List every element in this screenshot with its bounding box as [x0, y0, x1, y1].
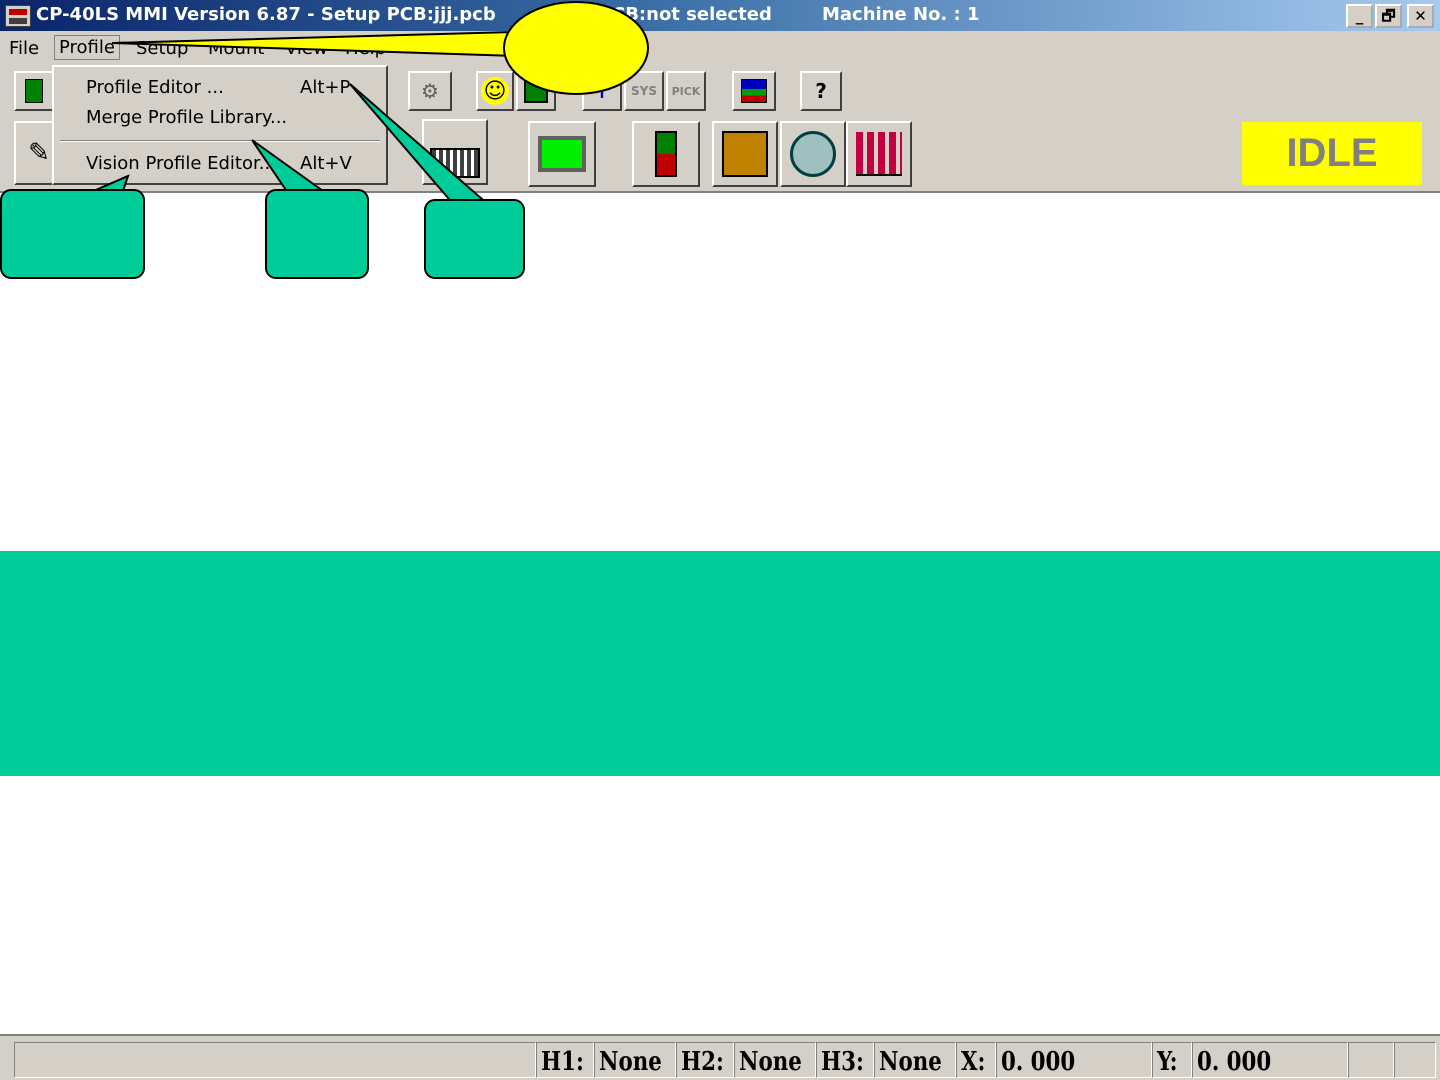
screen: CP-40LS MMI Version 6.87 - Setup PCB:jjj…: [0, 0, 1440, 1080]
callout-yellow-bubble: [503, 1, 649, 95]
callout-teal-2: [265, 189, 369, 279]
callout-teal-2-pointer: [251, 139, 334, 197]
callout-teal-3: [424, 199, 525, 279]
callout-overlay: [0, 1, 649, 279]
callout-yellow-pointer: [111, 30, 520, 58]
callout-teal-1: [0, 189, 145, 279]
callout-teal-3-pointer: [349, 83, 493, 207]
